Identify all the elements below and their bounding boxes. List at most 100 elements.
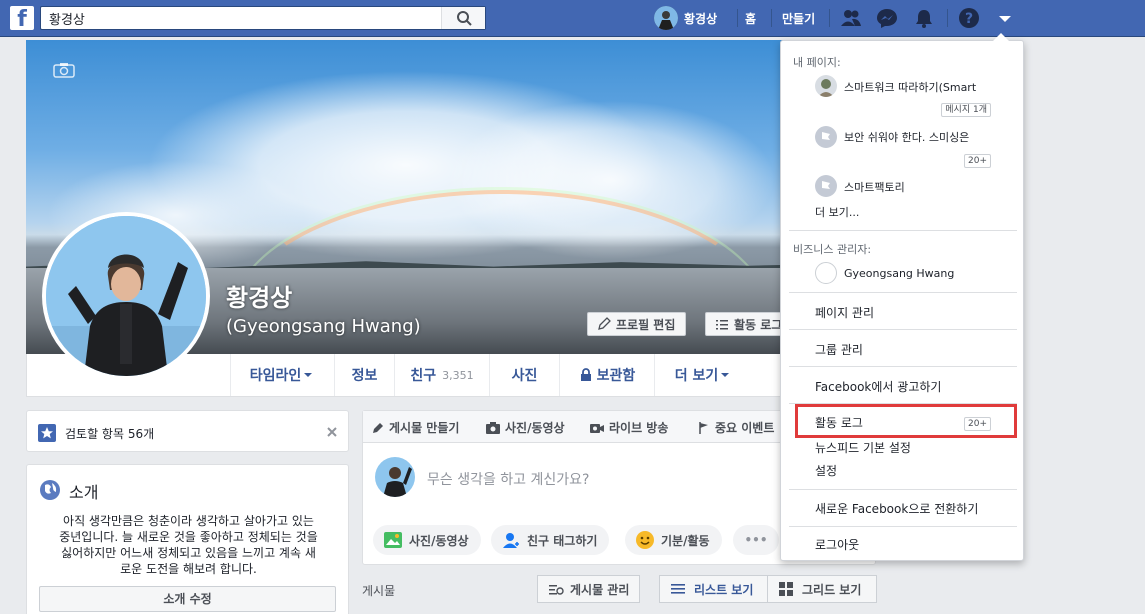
composer-tab-life-event[interactable]: 중요 이벤트 <box>697 419 774 436</box>
tab-photos[interactable]: 사진 <box>489 354 559 396</box>
notifications-bell-icon[interactable] <box>913 7 935 29</box>
business-manager-item[interactable]: Gyeongsang Hwang <box>844 267 954 280</box>
tab-more-label: 더 보기 <box>674 368 719 384</box>
tab-archive[interactable]: 보관함 <box>559 354 654 396</box>
composer-tab-photo-video[interactable]: 사진/동영상 <box>485 419 565 436</box>
nav-create-link[interactable]: 만들기 <box>782 10 815 27</box>
pencil-icon <box>598 317 611 330</box>
menu-divider <box>789 329 1017 330</box>
nav-avatar <box>654 6 678 30</box>
account-dropdown-menu: 내 페이지: 스마트워크 따라하기(Smart 메시지 1개 보안 쉬워야 한다… <box>780 33 1024 561</box>
search-input[interactable] <box>41 7 441 29</box>
composer-tab-label: 사진/동영상 <box>505 421 565 435</box>
composer-more-button[interactable]: ••• <box>733 525 779 555</box>
list-view-button[interactable]: 리스트 보기 <box>659 575 768 603</box>
flag-page-icon <box>815 175 837 197</box>
tab-about-label: 정보 <box>351 368 378 384</box>
composer-input[interactable]: 무슨 생각을 하고 계신가요? <box>427 469 589 489</box>
intro-card: 소개 아직 생각만큼은 청춘이라 생각하고 살아가고 있는 중년입니다. 늘 새… <box>26 464 349 614</box>
composer-photo-video-button[interactable]: 사진/동영상 <box>373 525 481 555</box>
intro-title: 소개 <box>69 483 99 502</box>
account-menu-dropdown-icon[interactable] <box>994 7 1016 29</box>
composer-action-label: 기분/활동 <box>661 533 710 548</box>
see-more-pages-link[interactable]: 더 보기... <box>815 204 859 220</box>
composer-tab-live[interactable]: 라이브 방송 <box>589 419 668 436</box>
nav-profile-link[interactable]: 황경상 <box>654 6 717 30</box>
flag-page-icon <box>815 126 837 148</box>
list-icon <box>716 320 728 330</box>
lock-icon <box>580 368 591 381</box>
friends-count: 3,351 <box>442 368 474 382</box>
manage-pages-item[interactable]: 페이지 관리 <box>815 304 874 321</box>
nav-home-link[interactable]: 홈 <box>745 10 756 27</box>
switch-new-facebook-item[interactable]: 새로운 Facebook으로 전환하기 <box>815 500 978 517</box>
nav-divider <box>829 9 830 27</box>
settings-item[interactable]: 설정 <box>815 462 837 479</box>
caret-down-icon <box>304 373 313 377</box>
composer-tag-friends-button[interactable]: 친구 태그하기 <box>491 525 610 555</box>
friend-requests-icon[interactable] <box>840 7 862 29</box>
facebook-logo[interactable]: f <box>10 6 34 30</box>
nav-divider <box>771 9 772 27</box>
edit-profile-label: 프로필 편집 <box>616 317 676 332</box>
intro-bio-line: 중년입니다. 늘 새로운 것을 좋아하고 정체되는 것을 <box>59 530 318 544</box>
search-button[interactable] <box>441 7 485 29</box>
my-pages-heading: 내 페이지: <box>793 56 841 69</box>
camera-icon[interactable] <box>53 62 75 78</box>
nav-divider <box>737 9 738 27</box>
help-icon[interactable]: ? <box>958 7 980 29</box>
composer-action-label: 친구 태그하기 <box>527 533 598 548</box>
logout-item[interactable]: 로그아웃 <box>815 536 859 553</box>
page-notification-badge: 20+ <box>964 154 991 168</box>
tab-timeline-label: 타임라인 <box>249 368 302 384</box>
page-item-security[interactable]: 보안 쉬워야 한다. 스미싱은 <box>844 129 969 145</box>
menu-divider <box>789 230 1017 231</box>
tab-photos-label: 사진 <box>511 368 538 384</box>
tag-friends-icon <box>503 533 519 548</box>
composer-action-label: 사진/동영상 <box>409 533 469 548</box>
menu-divider <box>789 292 1017 293</box>
smiley-icon <box>636 531 654 549</box>
grid-view-label: 그리드 보기 <box>802 582 862 597</box>
tab-more[interactable]: 더 보기 <box>654 354 752 396</box>
page-item-smartfactory[interactable]: 스마트팩토리 <box>844 179 905 195</box>
profile-picture[interactable] <box>42 212 210 380</box>
page-avatar <box>815 75 837 97</box>
newsfeed-preferences-item[interactable]: 뉴스피드 기본 설정 <box>815 439 911 456</box>
caret-down-icon <box>721 373 730 377</box>
grid-view-button[interactable]: 그리드 보기 <box>767 575 877 603</box>
profile-alternate-name: (Gyeongsang Hwang) <box>226 316 421 337</box>
composer-tab-label: 라이브 방송 <box>609 421 669 435</box>
review-items-card[interactable]: 검토할 항목 56개 <box>26 410 349 452</box>
list-view-label: 리스트 보기 <box>694 582 754 597</box>
composer-avatar <box>375 457 415 497</box>
activity-log-highlight-box <box>795 404 1017 438</box>
pencil-icon <box>373 422 383 433</box>
tab-timeline[interactable]: 타임라인 <box>230 354 334 396</box>
page-item-smartwork[interactable]: 스마트워크 따라하기(Smart <box>844 79 976 95</box>
search-icon <box>457 11 472 26</box>
composer-feeling-button[interactable]: 기분/활동 <box>625 525 722 555</box>
composer-tab-label: 게시물 만들기 <box>389 421 460 435</box>
messenger-icon[interactable] <box>876 7 898 29</box>
video-camera-icon <box>590 423 604 433</box>
tab-about[interactable]: 정보 <box>334 354 394 396</box>
composer-tab-create-post[interactable]: 게시물 만들기 <box>371 419 459 436</box>
dropdown-arrow <box>993 33 1009 41</box>
intro-bio-line: 아직 생각만큼은 청춘이라 생각하고 살아가고 있는 <box>63 514 314 528</box>
grid-view-icon <box>779 582 793 596</box>
manage-groups-item[interactable]: 그룹 관리 <box>815 341 863 358</box>
manage-posts-icon <box>549 585 564 595</box>
flag-icon <box>699 421 708 434</box>
business-avatar <box>815 262 837 284</box>
search-box <box>40 6 486 30</box>
advertise-item[interactable]: Facebook에서 광고하기 <box>815 378 941 395</box>
manage-posts-button[interactable]: 게시물 관리 <box>537 575 641 603</box>
edit-intro-button[interactable]: 소개 수정 <box>39 586 336 612</box>
edit-profile-button[interactable]: 프로필 편집 <box>587 312 687 336</box>
review-items-label: 검토할 항목 56개 <box>65 427 155 441</box>
top-navigation-bar: f 황경상 홈 만들기 ? <box>0 0 1145 37</box>
tab-friends[interactable]: 친구 3,351 <box>394 354 489 396</box>
close-icon[interactable] <box>326 426 338 438</box>
intro-bio-line: 로운 도전을 해보려 합니다. <box>120 562 257 576</box>
